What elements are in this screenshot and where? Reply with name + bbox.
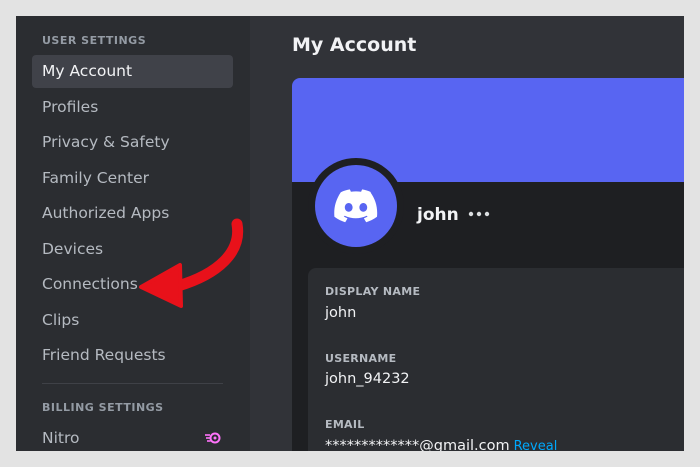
profile-name: john (417, 205, 459, 225)
sidebar-item-privacy-safety[interactable]: Privacy & Safety (32, 126, 233, 159)
page-title: My Account (292, 34, 417, 56)
settings-window: USER SETTINGS My Account Profiles Privac… (16, 16, 684, 451)
username-label: USERNAME (325, 352, 397, 365)
sidebar-item-connections[interactable]: Connections (32, 268, 233, 301)
display-name-label: DISPLAY NAME (325, 285, 421, 298)
sidebar-item-profiles[interactable]: Profiles (32, 91, 233, 124)
discord-logo-icon (334, 189, 378, 223)
sidebar-item-my-account[interactable]: My Account (32, 55, 233, 88)
sidebar-item-label: Nitro (42, 429, 80, 447)
sidebar-item-authorized-apps[interactable]: Authorized Apps (32, 197, 233, 230)
display-name-value: john (325, 305, 357, 321)
email-value: *************@gmail.com (325, 438, 510, 451)
billing-settings-header: BILLING SETTINGS (42, 401, 164, 414)
username-value: john_94232 (325, 371, 410, 387)
sidebar-item-friend-requests[interactable]: Friend Requests (32, 339, 233, 372)
sidebar-item-nitro[interactable]: Nitro (32, 422, 233, 451)
avatar[interactable] (315, 165, 397, 247)
more-options-icon[interactable] (468, 211, 490, 217)
sidebar-divider (42, 383, 223, 384)
avatar-ring (308, 158, 404, 254)
sidebar-item-family-center[interactable]: Family Center (32, 162, 233, 195)
profile-card: john DISPLAY NAME john USERNAME john_942… (292, 78, 684, 451)
reveal-email-link[interactable]: Reveal (514, 439, 558, 451)
user-settings-header: USER SETTINGS (42, 34, 147, 47)
main-content: My Account john DISPLAY NAME john USERNA… (250, 16, 684, 451)
email-row: *************@gmail.com Reveal (325, 438, 557, 451)
account-info-box: DISPLAY NAME john USERNAME john_94232 EM… (308, 268, 684, 451)
email-label: EMAIL (325, 418, 365, 431)
sidebar-item-devices[interactable]: Devices (32, 233, 233, 266)
nitro-icon (205, 432, 221, 444)
sidebar-item-clips[interactable]: Clips (32, 304, 233, 337)
settings-sidebar: USER SETTINGS My Account Profiles Privac… (16, 16, 250, 451)
